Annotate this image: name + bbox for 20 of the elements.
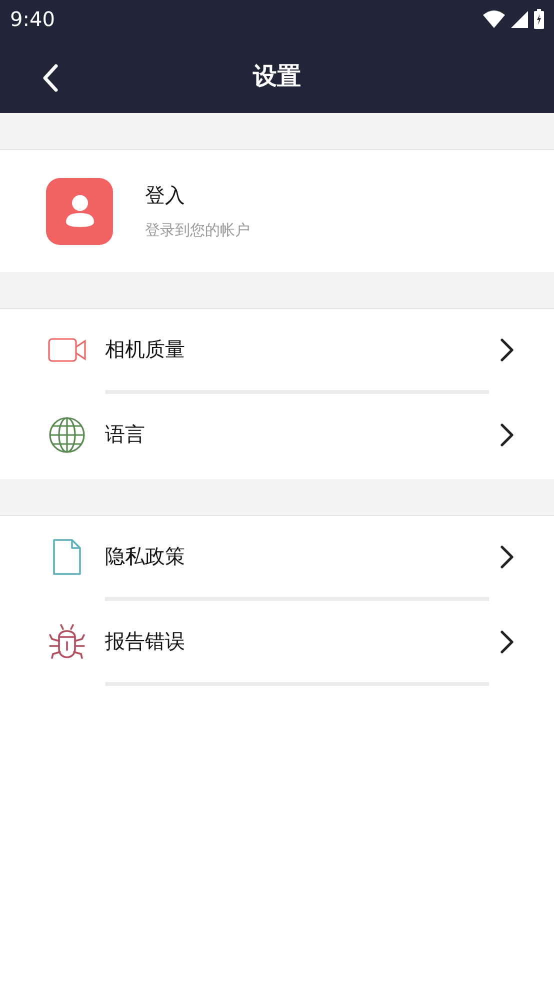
status-time: 9:40	[10, 7, 55, 31]
signal-icon	[511, 10, 528, 28]
settings-item[interactable]: 报告错误	[0, 601, 554, 682]
video-camera-icon	[48, 338, 86, 362]
battery-icon	[534, 9, 544, 29]
avatar-icon[interactable]	[46, 178, 113, 244]
bug-icon	[48, 622, 86, 660]
chevron-right-icon	[500, 338, 514, 362]
login-title[interactable]: 登入	[145, 182, 250, 209]
document-icon	[52, 538, 82, 576]
settings-item[interactable]: 隐私政策	[0, 516, 554, 597]
chevron-right-icon	[500, 422, 514, 446]
wifi-icon	[483, 10, 505, 28]
settings-item[interactable]: 语言	[0, 394, 554, 475]
login-subtitle: 登录到您的帐户	[145, 221, 250, 240]
settings-item[interactable]: 相机质量	[0, 309, 554, 390]
page-title: 设置	[253, 60, 301, 92]
globe-icon	[48, 416, 86, 454]
chevron-right-icon	[500, 544, 514, 568]
chevron-right-icon	[500, 630, 514, 654]
